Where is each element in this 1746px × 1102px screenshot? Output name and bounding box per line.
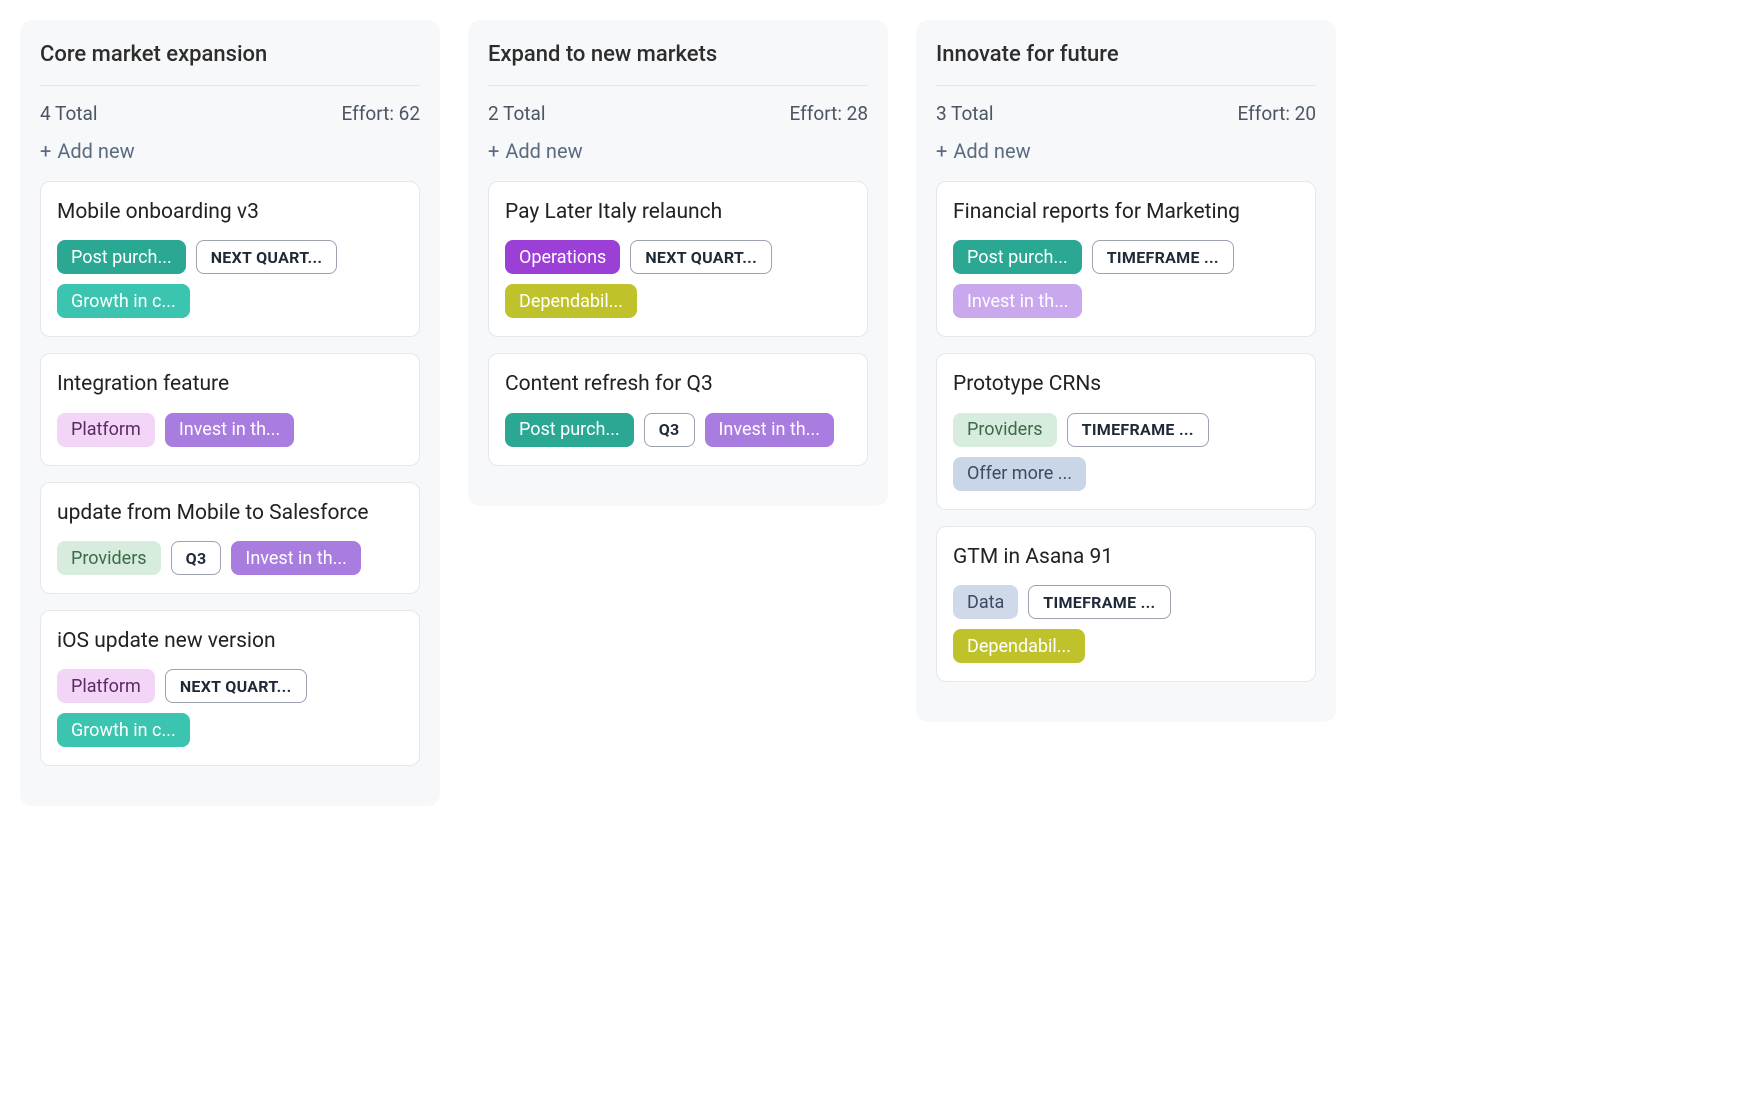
tag-row: Operations NEXT QUART... Dependabil... xyxy=(505,240,851,318)
tag[interactable]: Providers xyxy=(953,413,1057,447)
tag[interactable]: Invest in th... xyxy=(953,284,1082,318)
column-total-value: 4 xyxy=(40,102,51,125)
column-total: 4 Total xyxy=(40,102,97,125)
kanban-board: Core market expansion 4 Total Effort: 62 + A… xyxy=(0,0,1746,826)
add-new-button[interactable]: + Add new xyxy=(40,139,135,163)
tag[interactable]: Invest in th... xyxy=(165,413,294,447)
tag[interactable]: Post purch... xyxy=(953,240,1082,274)
board-column: Innovate for future 3 Total Effort: 20 + Add… xyxy=(916,20,1336,722)
column-total-label: Total xyxy=(55,102,97,125)
board-column: Core market expansion 4 Total Effort: 62 + A… xyxy=(20,20,440,806)
tag[interactable]: Offer more ... xyxy=(953,457,1086,491)
card-title: Integration feature xyxy=(57,370,403,398)
column-effort-label: Effort: xyxy=(342,102,394,125)
tag[interactable]: Data xyxy=(953,585,1018,619)
card[interactable]: iOS update new version Platform NEXT QUART… xyxy=(40,610,420,766)
card[interactable]: Content refresh for Q3 Post purch... Q3 Inv… xyxy=(488,353,868,465)
card-title: iOS update new version xyxy=(57,627,403,655)
column-total: 2 Total xyxy=(488,102,545,125)
tag[interactable]: Post purch... xyxy=(505,413,634,447)
tag-row: Post purch... Q3 Invest in th... xyxy=(505,413,851,447)
column-effort-value: 28 xyxy=(847,102,868,125)
add-new-button[interactable]: + Add new xyxy=(936,139,1031,163)
column-effort: Effort: 20 xyxy=(1238,102,1316,125)
plus-icon: + xyxy=(488,141,499,161)
tag[interactable]: Operations xyxy=(505,240,620,274)
column-total-value: 3 xyxy=(936,102,947,125)
column-effort-label: Effort: xyxy=(790,102,842,125)
tag[interactable]: NEXT QUART... xyxy=(630,240,772,274)
tag-row: Platform Invest in th... xyxy=(57,413,403,447)
tag[interactable]: NEXT QUART... xyxy=(196,240,338,274)
column-meta: 2 Total Effort: 28 xyxy=(488,102,868,125)
tag[interactable]: Platform xyxy=(57,669,155,703)
tag[interactable]: Invest in th... xyxy=(231,541,360,575)
tag[interactable]: Post purch... xyxy=(57,240,186,274)
card-title: Financial reports for Marketing xyxy=(953,198,1299,226)
card-title: GTM in Asana 91 xyxy=(953,543,1299,571)
tag[interactable]: TIMEFRAME ... xyxy=(1028,585,1170,619)
card[interactable]: Integration feature Platform Invest in th.… xyxy=(40,353,420,465)
column-title: Core market expansion xyxy=(40,42,420,86)
add-new-button[interactable]: + Add new xyxy=(488,139,583,163)
column-title: Expand to new markets xyxy=(488,42,868,86)
tag[interactable]: TIMEFRAME ... xyxy=(1092,240,1234,274)
column-effort-value: 20 xyxy=(1295,102,1316,125)
add-new-label: Add new xyxy=(953,139,1030,163)
column-total-label: Total xyxy=(503,102,545,125)
tag-row: Providers TIMEFRAME ... Offer more ... xyxy=(953,413,1299,491)
card-title: Prototype CRNs xyxy=(953,370,1299,398)
card-title: Mobile onboarding v3 xyxy=(57,198,403,226)
tag[interactable]: Q3 xyxy=(644,413,695,447)
tag-row: Platform NEXT QUART... Growth in c... xyxy=(57,669,403,747)
add-new-label: Add new xyxy=(57,139,134,163)
tag[interactable]: Platform xyxy=(57,413,155,447)
card[interactable]: Mobile onboarding v3 Post purch... NEXT QU… xyxy=(40,181,420,337)
tag[interactable]: Growth in c... xyxy=(57,713,190,747)
plus-icon: + xyxy=(936,141,947,161)
column-meta: 4 Total Effort: 62 xyxy=(40,102,420,125)
tag-row: Data TIMEFRAME ... Dependabil... xyxy=(953,585,1299,663)
tag[interactable]: Growth in c... xyxy=(57,284,190,318)
tag-row: Post purch... NEXT QUART...Growth in c... xyxy=(57,240,403,318)
column-effort: Effort: 62 xyxy=(342,102,420,125)
column-effort-label: Effort: xyxy=(1238,102,1290,125)
card[interactable]: Financial reports for Marketing Post purc… xyxy=(936,181,1316,337)
card[interactable]: Prototype CRNs Providers TIMEFRAME ... Offe… xyxy=(936,353,1316,509)
tag[interactable]: NEXT QUART... xyxy=(165,669,307,703)
card[interactable]: Pay Later Italy relaunch Operations NEXT Q… xyxy=(488,181,868,337)
card[interactable]: GTM in Asana 91 Data TIMEFRAME ... Dependab… xyxy=(936,526,1316,682)
card-title: Content refresh for Q3 xyxy=(505,370,851,398)
column-total-value: 2 xyxy=(488,102,499,125)
card-title: update from Mobile to Salesforce xyxy=(57,499,403,527)
card[interactable]: update from Mobile to Salesforce Provider… xyxy=(40,482,420,594)
board-column: Expand to new markets 2 Total Effort: 28 + A… xyxy=(468,20,888,506)
column-effort-value: 62 xyxy=(399,102,420,125)
add-new-label: Add new xyxy=(505,139,582,163)
column-title: Innovate for future xyxy=(936,42,1316,86)
plus-icon: + xyxy=(40,141,51,161)
tag[interactable]: Providers xyxy=(57,541,161,575)
column-total-label: Total xyxy=(951,102,993,125)
tag-row: Providers Q3 Invest in th... xyxy=(57,541,403,575)
tag[interactable]: Q3 xyxy=(171,541,222,575)
tag-row: Post purch... TIMEFRAME ... Invest in th..… xyxy=(953,240,1299,318)
card-title: Pay Later Italy relaunch xyxy=(505,198,851,226)
column-meta: 3 Total Effort: 20 xyxy=(936,102,1316,125)
tag[interactable]: TIMEFRAME ... xyxy=(1067,413,1209,447)
tag[interactable]: Invest in th... xyxy=(705,413,834,447)
column-effort: Effort: 28 xyxy=(790,102,868,125)
tag[interactable]: Dependabil... xyxy=(953,629,1085,663)
column-total: 3 Total xyxy=(936,102,993,125)
tag[interactable]: Dependabil... xyxy=(505,284,637,318)
